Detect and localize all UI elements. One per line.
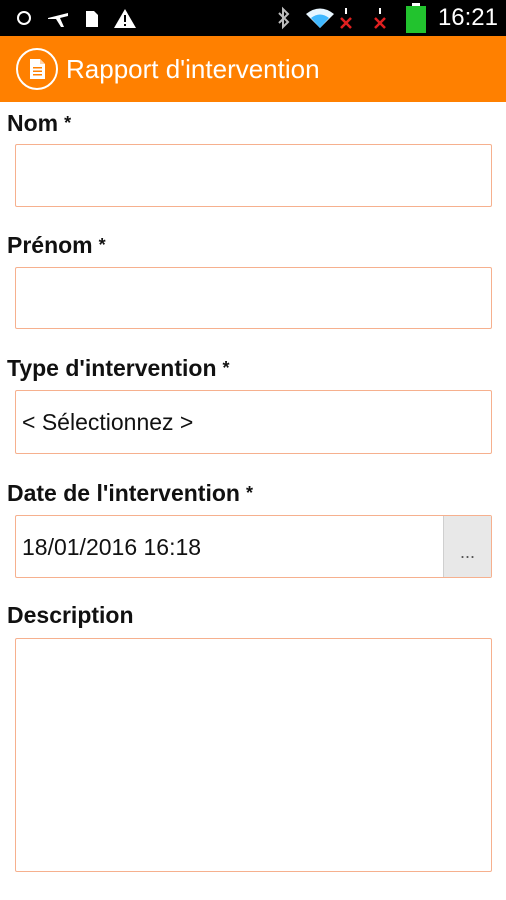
status-bar: 16:21 (0, 0, 506, 36)
warning-icon (113, 6, 137, 30)
signal-x-icon (338, 6, 356, 30)
date-picker-button[interactable]: ... (443, 516, 491, 577)
required-mark: * (64, 113, 72, 133)
required-mark: * (222, 358, 230, 378)
status-time: 16:21 (437, 4, 498, 31)
bluetooth-icon (276, 6, 292, 30)
required-mark: * (98, 235, 106, 255)
prenom-input[interactable] (15, 267, 492, 329)
description-label-text: Description (7, 602, 134, 628)
description-textarea[interactable] (15, 638, 492, 872)
date-intervention-label-text: Date de l'intervention (7, 480, 240, 506)
battery-icon (404, 3, 428, 33)
signal-x-icon (372, 6, 390, 30)
page-title: Rapport d'intervention (66, 54, 320, 84)
date-intervention-value: 18/01/2016 16:18 (22, 534, 202, 560)
app-bar: Rapport d'intervention (0, 36, 506, 102)
date-intervention-input[interactable]: 18/01/2016 16:18 ... (15, 515, 492, 578)
prenom-label-text: Prénom (7, 232, 93, 258)
airplane-icon (46, 6, 70, 30)
description-label: Description (7, 602, 134, 629)
required-mark: * (245, 483, 253, 503)
nom-label: Nom * (7, 110, 71, 137)
nom-input[interactable] (15, 144, 492, 207)
prenom-label: Prénom * (7, 232, 106, 259)
type-intervention-select[interactable]: < Sélectionnez > (15, 390, 492, 454)
type-intervention-label-text: Type d'intervention (7, 355, 217, 381)
type-intervention-value: < Sélectionnez > (22, 409, 194, 435)
document-icon[interactable] (16, 48, 58, 90)
wifi-icon (304, 6, 336, 30)
sim-icon (84, 6, 100, 30)
nom-label-text: Nom (7, 110, 59, 136)
date-intervention-label: Date de l'intervention * (7, 480, 253, 507)
circle-icon (14, 6, 34, 30)
type-intervention-label: Type d'intervention * (7, 355, 230, 382)
